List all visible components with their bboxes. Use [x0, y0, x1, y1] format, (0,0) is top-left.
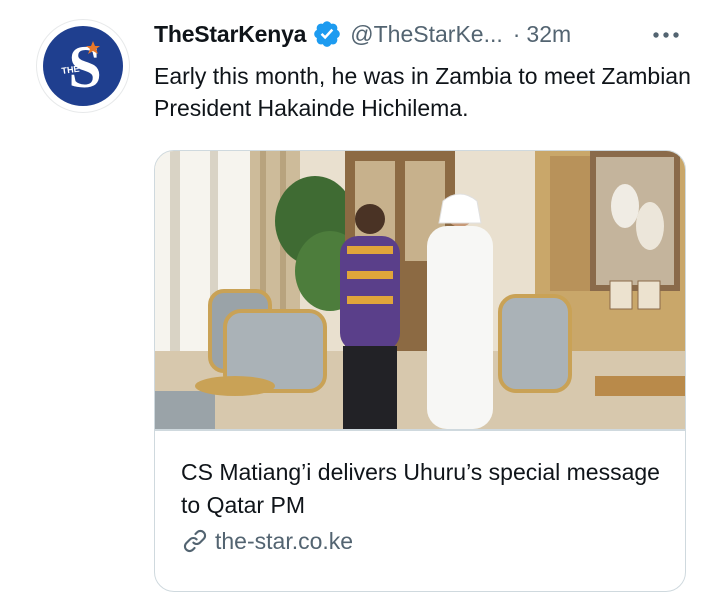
link-card[interactable]: CS Matiang’i delivers Uhuru’s special me…: [154, 150, 686, 592]
card-domain[interactable]: the-star.co.ke: [181, 527, 353, 555]
tweet-header: TheStarKenya @TheStarKe... · 32m: [154, 14, 694, 54]
more-options-icon[interactable]: [651, 26, 681, 44]
tweet-text: Early this month, he was in Zambia to me…: [154, 63, 691, 121]
tweet-timestamp[interactable]: 32m: [526, 21, 571, 48]
link-icon: [183, 529, 207, 553]
verified-badge-icon: [312, 19, 342, 49]
avatar[interactable]: S THE: [36, 19, 130, 113]
the-star-logo: S THE: [43, 26, 123, 106]
card-title[interactable]: CS Matiang’i delivers Uhuru’s special me…: [181, 456, 661, 522]
card-divider: [155, 429, 685, 431]
card-domain-text: the-star.co.ke: [215, 527, 354, 554]
header-separator: ·: [512, 20, 521, 47]
user-handle[interactable]: @TheStarKe...: [350, 21, 502, 48]
card-image[interactable]: [155, 151, 685, 429]
display-name[interactable]: TheStarKenya: [154, 21, 306, 48]
